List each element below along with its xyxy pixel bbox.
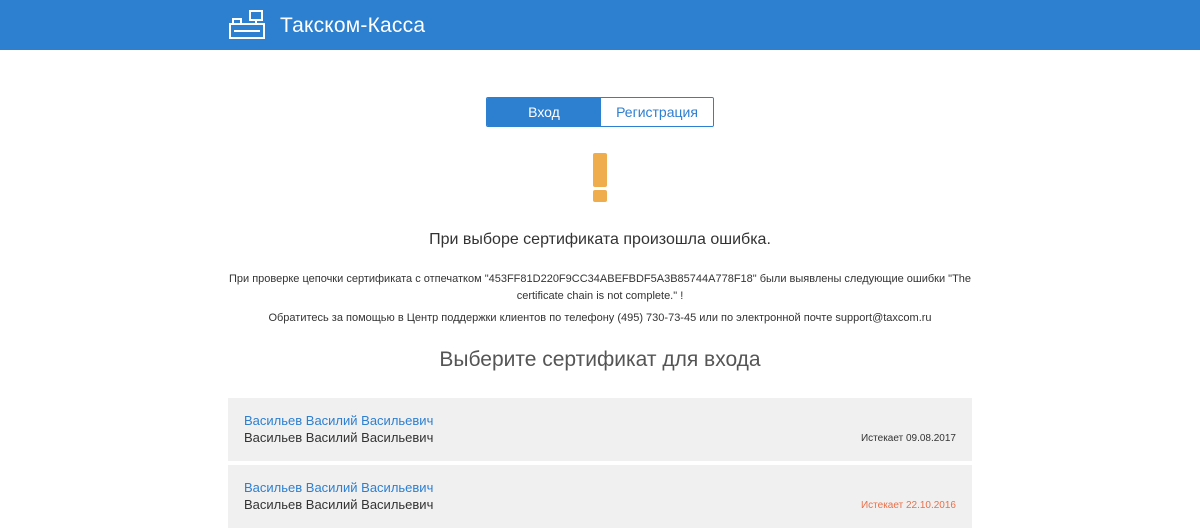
tab-registration[interactable]: Регистрация [601, 98, 713, 126]
certificate-owner: Васильев Василий Васильевич [244, 430, 434, 445]
certificate-owner: Васильев Василий Васильевич [244, 497, 434, 512]
certificate-expiry: Истекает 09.08.2017 [860, 433, 956, 444]
error-details: При проверке цепочки сертификата с отпеч… [228, 273, 972, 302]
app-title: Такском-Касса [280, 14, 426, 37]
certificate-list: Васильев Василий Васильевич Васильев Вас… [228, 398, 972, 532]
error-title: При выборе сертификата произошла ошибка. [429, 231, 771, 248]
certificate-item[interactable]: Васильев Василий Васильевич Васильев Вас… [228, 398, 972, 461]
app-logo[interactable]: Такском-Касса [228, 6, 425, 46]
certificate-expiry: Истекает 22.10.2016 [860, 500, 956, 511]
exclamation-icon [590, 152, 610, 204]
certificate-section-title: Выберите сертификат для входа [439, 348, 761, 371]
certificate-name[interactable]: Васильев Василий Васильевич [244, 479, 956, 496]
app-header: Такском-Касса [0, 0, 1200, 50]
auth-tabs: Вход Регистрация [486, 97, 714, 127]
tab-login[interactable]: Вход [487, 98, 601, 126]
certificate-item[interactable]: Васильев Василий Васильевич Васильев Вас… [228, 465, 972, 528]
certificate-name[interactable]: Васильев Василий Васильевич [244, 412, 956, 429]
cash-register-icon [228, 9, 266, 43]
support-contact-text: Обратитесь за помощью в Центр поддержки … [268, 312, 932, 324]
